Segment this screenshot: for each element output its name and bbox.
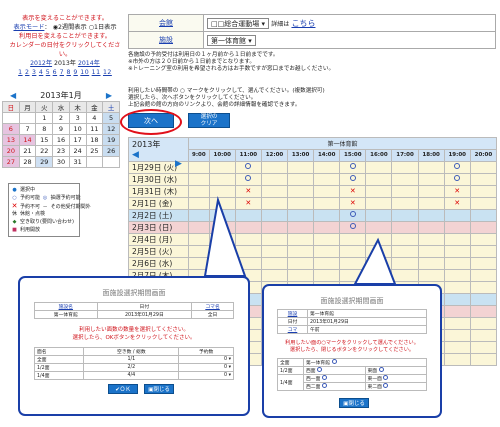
- popup2-area-cell: 西一面: [303, 374, 366, 383]
- chevron-down-icon: ▾: [228, 365, 231, 370]
- radio-circle-icon[interactable]: [383, 375, 389, 380]
- popup1-row-select[interactable]: 0 ▾: [178, 363, 234, 372]
- popup2-area-cell: 東二面: [364, 382, 427, 391]
- popup1-close-button[interactable]: ▣閉じる: [144, 384, 174, 394]
- callout-pointer-2: [353, 237, 397, 285]
- popup1-row-count: 4/4: [83, 371, 180, 380]
- popup1-v1: 第一体育館: [34, 310, 98, 319]
- popup1-ok-label: ＯＫ: [119, 387, 131, 393]
- popup1-row-name: 1/4面: [33, 371, 85, 380]
- popup2-msg1: 利用したい面の○マークをクリックして選んでください。: [285, 340, 419, 346]
- popup2-row-name: 全面: [277, 358, 304, 367]
- popup1-ok-button[interactable]: ✔ＯＫ: [108, 384, 138, 394]
- popup2-v1: 第一体育館: [307, 309, 427, 318]
- popup2-area-cell: 西面: [303, 366, 366, 375]
- popup1-row-select[interactable]: 0 ▾: [178, 371, 234, 380]
- popup2-area-cell: 第一体育館: [303, 358, 427, 367]
- popup2-l3: コマ: [277, 325, 308, 334]
- popup1-h2: 日付: [96, 302, 193, 311]
- popup1-h3-link[interactable]: コマ名: [205, 305, 219, 310]
- popup2-area-cell: 東一面: [364, 374, 427, 383]
- popup2-v2: 2013年01月29日: [307, 317, 427, 326]
- popup2-info-table: 施設 第一体育館 日付 2013年01月29日 コマ 午前: [277, 309, 427, 334]
- popup2-area-cell: 西二面: [303, 382, 366, 391]
- popup2-area-table: 全面 第一体育館 1/2面 西面 東面 1/4面 西一面 東一面 西二面 東二面: [277, 358, 427, 391]
- popup2-close-button[interactable]: ▣閉じる: [339, 398, 369, 408]
- popup1-h3: コマ名: [191, 302, 234, 311]
- popup2-l1-link[interactable]: 施設: [288, 312, 298, 317]
- popup1-msg2: 選択したら、OKボタンをクリックしてください。: [72, 335, 196, 341]
- popup1-h1: 施設名: [34, 302, 98, 311]
- radio-circle-icon[interactable]: [321, 383, 327, 388]
- radio-circle-icon[interactable]: [321, 375, 327, 380]
- radio-circle-icon[interactable]: [383, 383, 389, 388]
- popup1-row-select-value: 0: [223, 373, 228, 378]
- popup-area-select: 面施設選択期間画面 施設 第一体育館 日付 2013年01月29日 コマ 午前 …: [262, 284, 442, 418]
- popup2-area-label: 西一面: [306, 377, 321, 382]
- popup2-l2: 日付: [277, 317, 308, 326]
- chevron-down-icon: ▾: [228, 357, 231, 362]
- popup2-title: 面施設選択期間画面: [320, 297, 384, 305]
- popup1-row-count: 2/2: [83, 363, 180, 372]
- popup2-area-label: 第一体育館: [306, 361, 330, 366]
- popup2-l1: 施設: [277, 309, 308, 318]
- popup1-row-count: 1/1: [83, 355, 180, 364]
- popup2-row-name: 1/4面: [277, 374, 304, 391]
- popup1-v3: 全日: [191, 310, 234, 319]
- popup1-row-name: 全面: [33, 355, 85, 364]
- popup1-row-name: 1/2面: [33, 363, 85, 372]
- popup1-row-select-value: 0: [223, 357, 228, 362]
- popup1-msg1: 利用したい面数の数量を選択してください。: [79, 327, 189, 333]
- popup2-area-label: 西面: [306, 369, 316, 374]
- popup1-quantity-table: 面名 空き数 / 総数 予約数 全面 1/1 0 ▾ 1/2面 2/2 0 ▾ …: [33, 347, 234, 380]
- popup1-title: 面施設選択期間画面: [102, 289, 166, 297]
- popup2-area-label: 東一面: [367, 377, 382, 382]
- popup1-c1: 面名: [33, 347, 85, 356]
- radio-circle-icon[interactable]: [378, 367, 384, 372]
- radio-circle-icon[interactable]: [331, 359, 337, 364]
- popup2-msg2: 選択したら、閉じるボタンをクリックしてください。: [289, 347, 415, 353]
- popup2-area-cell: 東面: [364, 366, 427, 375]
- popup1-h1-link[interactable]: 施設名: [59, 305, 73, 310]
- popup1-row-select-value: 0: [223, 365, 228, 370]
- popup1-row-select[interactable]: 0 ▾: [178, 355, 234, 364]
- popup1-c2: 空き数 / 総数: [83, 347, 180, 356]
- popup2-v3: 午前: [307, 325, 427, 334]
- popup1-info-table: 施設名 日付 コマ名 第一体育館 2013年01月29日 全日: [34, 302, 234, 319]
- chevron-down-icon: ▾: [228, 373, 231, 378]
- popup1-c3: 予約数: [178, 347, 234, 356]
- popup2-l3-link[interactable]: コマ: [288, 328, 298, 333]
- popup1-v2: 2013年01月29日: [96, 310, 193, 319]
- popup2-area-label: 東二面: [367, 385, 382, 390]
- popup2-area-label: 西二面: [306, 385, 321, 390]
- radio-circle-icon[interactable]: [317, 367, 323, 372]
- popup2-close-label: 閉じる: [348, 401, 365, 407]
- popup2-row-name: 1/2面: [277, 366, 304, 375]
- popup2-area-label: 東面: [367, 369, 378, 374]
- callout-pointer-1: [203, 196, 247, 277]
- popup-area-quantity: 面施設選択期間画面 施設名 日付 コマ名 第一体育館 2013年01月29日 全…: [18, 276, 250, 416]
- popup1-close-label: 閉じる: [153, 387, 170, 393]
